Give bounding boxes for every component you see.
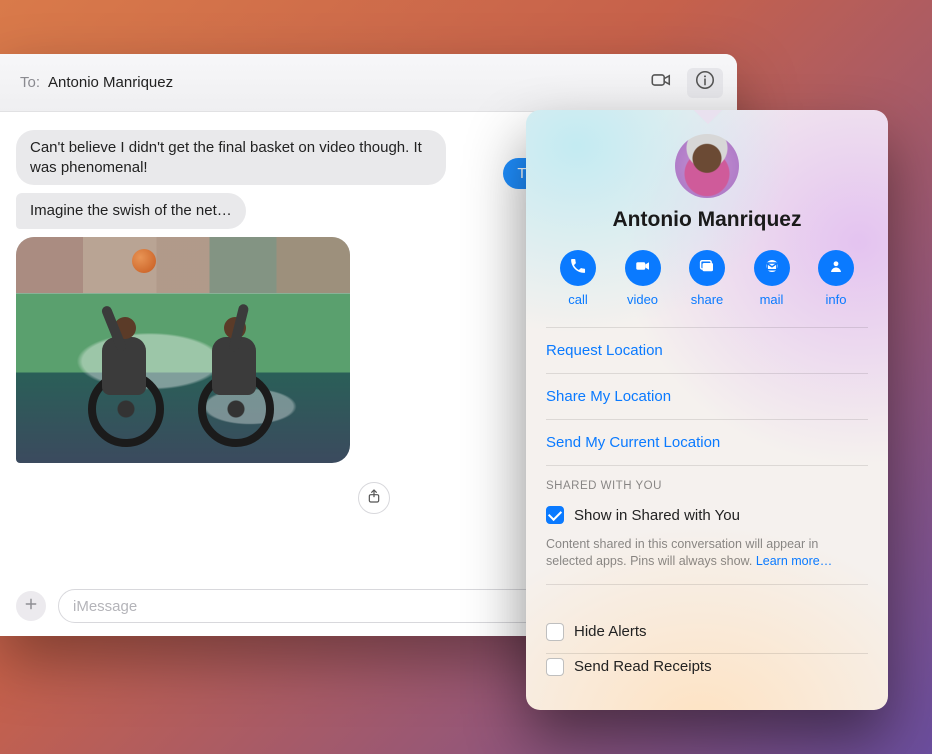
action-label: info xyxy=(826,292,847,307)
checkbox-label: Hide Alerts xyxy=(574,623,647,640)
action-row: call video share mail info xyxy=(550,250,864,307)
received-message[interactable]: Can't believe I didn't get the final bas… xyxy=(16,130,446,185)
plus-icon xyxy=(23,595,39,618)
action-video[interactable]: video xyxy=(615,250,671,307)
basketball-icon xyxy=(132,249,156,273)
checkbox-checked-icon[interactable] xyxy=(546,506,564,524)
person-icon xyxy=(827,257,845,280)
image-figure xyxy=(76,317,186,447)
spacer xyxy=(544,585,870,619)
request-location-link[interactable]: Request Location xyxy=(544,328,870,373)
add-attachment-button[interactable] xyxy=(16,591,46,621)
shared-with-you-section-label: SHARED WITH YOU xyxy=(546,480,868,492)
to-label: To: xyxy=(20,74,40,91)
action-label: mail xyxy=(760,292,784,307)
checkbox-label: Show in Shared with You xyxy=(574,507,740,524)
mail-icon xyxy=(763,257,781,280)
video-camera-icon xyxy=(650,69,672,96)
checkbox-label: Send Read Receipts xyxy=(574,658,712,675)
image-attachment[interactable] xyxy=(16,237,350,463)
screen-share-icon xyxy=(698,257,716,280)
send-read-receipts-row[interactable]: Send Read Receipts xyxy=(544,654,870,676)
action-label: video xyxy=(627,292,658,307)
contact-name: Antonio Manriquez xyxy=(544,208,870,232)
image-figure xyxy=(186,317,296,447)
action-share[interactable]: share xyxy=(679,250,735,307)
video-icon xyxy=(634,257,652,280)
received-message[interactable]: Imagine the swish of the net… xyxy=(16,193,246,229)
action-info[interactable]: info xyxy=(808,250,864,307)
info-circle-icon xyxy=(694,69,716,96)
shared-help-text: Content shared in this conversation will… xyxy=(544,536,870,584)
contact-info-popover: Antonio Manriquez call video share mail xyxy=(526,110,888,710)
show-in-shared-with-you-row[interactable]: Show in Shared with You xyxy=(544,502,870,536)
action-label: share xyxy=(691,292,724,307)
share-up-icon xyxy=(366,488,382,509)
checkbox-unchecked-icon[interactable] xyxy=(546,658,564,676)
share-attachment-button[interactable] xyxy=(358,482,390,514)
action-call[interactable]: call xyxy=(550,250,606,307)
action-mail[interactable]: mail xyxy=(744,250,800,307)
action-label: call xyxy=(568,292,588,307)
phone-icon xyxy=(569,257,587,280)
facetime-button[interactable] xyxy=(643,68,679,98)
divider xyxy=(546,465,868,466)
info-button[interactable] xyxy=(687,68,723,98)
checkbox-unchecked-icon[interactable] xyxy=(546,623,564,641)
share-my-location-link[interactable]: Share My Location xyxy=(544,374,870,419)
learn-more-link[interactable]: Learn more… xyxy=(756,554,832,568)
titlebar: To: Antonio Manriquez xyxy=(0,54,737,112)
to-recipient-name[interactable]: Antonio Manriquez xyxy=(48,74,173,91)
hide-alerts-row[interactable]: Hide Alerts xyxy=(544,619,870,653)
send-current-location-link[interactable]: Send My Current Location xyxy=(544,420,870,465)
avatar[interactable] xyxy=(675,134,739,198)
